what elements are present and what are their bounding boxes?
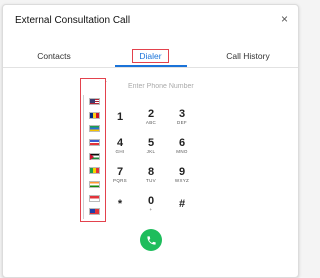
key-digit: 8 [147, 166, 155, 178]
keypad-key-6[interactable]: 6 MNO [167, 134, 197, 158]
tab-dialer-label: Dialer [132, 48, 169, 63]
keypad-key-3[interactable]: 3 DEF [167, 105, 197, 129]
phone-number-input[interactable] [128, 80, 228, 92]
tab-contacts-label: Contacts [37, 50, 71, 61]
keypad-key-8[interactable]: 8 TUV [136, 163, 166, 187]
dialog-title: External Consultation Call [15, 15, 131, 26]
key-digit: 4 [116, 137, 124, 149]
key-digit: 7 [116, 166, 124, 178]
key-letters: + [149, 207, 153, 212]
close-icon[interactable]: × [281, 13, 288, 25]
key-letters: PQRS [113, 178, 127, 183]
tab-bar: Contacts Dialer Call History [3, 45, 298, 68]
flag-vertical-tricolor-icon[interactable] [89, 167, 100, 174]
tab-dialer[interactable]: Dialer [113, 45, 188, 66]
keypad-key-star[interactable]: * [105, 192, 135, 216]
flag-blue-striped-icon[interactable] [89, 139, 100, 146]
flag-taiwan-icon[interactable] [89, 208, 100, 215]
tab-call-history-label: Call History [226, 50, 270, 61]
active-tab-indicator [115, 65, 187, 67]
key-digit: # [178, 198, 186, 210]
key-letters: ABC [145, 120, 157, 125]
key-letters: TUV [146, 178, 156, 183]
phone-icon [146, 235, 157, 246]
key-letters: JKL [146, 149, 156, 154]
keypad-key-2[interactable]: 2 ABC [136, 105, 166, 129]
key-digit: 2 [147, 108, 155, 120]
keypad-key-0[interactable]: 0 + [136, 192, 166, 216]
tab-contacts[interactable]: Contacts [9, 45, 99, 66]
keypad-key-hash[interactable]: # [167, 192, 197, 216]
keypad-key-4[interactable]: 4 GHI [105, 134, 135, 158]
key-digit: 9 [178, 166, 186, 178]
key-letters: GHI [115, 149, 125, 154]
key-digit: 6 [178, 137, 186, 149]
tab-call-history[interactable]: Call History [203, 45, 293, 66]
key-digit: 5 [147, 137, 155, 149]
key-letters: DEF [177, 120, 187, 125]
keypad-key-1[interactable]: 1 [105, 105, 135, 129]
key-digit: * [117, 198, 123, 210]
country-list-scrollbar[interactable] [83, 95, 84, 219]
country-list [80, 78, 106, 222]
key-digit: 3 [178, 108, 186, 120]
key-digit: 0 [147, 195, 155, 207]
keypad-key-9[interactable]: 9 WXYZ [167, 163, 197, 187]
flag-orange-green-icon[interactable] [89, 181, 100, 188]
flag-romania-icon[interactable] [89, 112, 100, 119]
keypad-key-5[interactable]: 5 JKL [136, 134, 166, 158]
key-letters: WXYZ [174, 178, 190, 183]
key-letters: MNO [176, 149, 188, 154]
flag-red-white-icon[interactable] [89, 195, 100, 202]
flag-green-blue-icon[interactable] [89, 125, 100, 132]
flag-horizontal-tricolor-icon[interactable] [89, 153, 100, 160]
key-digit: 1 [116, 111, 124, 123]
flag-us-icon[interactable] [89, 98, 100, 105]
call-button[interactable] [140, 229, 162, 251]
keypad-key-7[interactable]: 7 PQRS [105, 163, 135, 187]
